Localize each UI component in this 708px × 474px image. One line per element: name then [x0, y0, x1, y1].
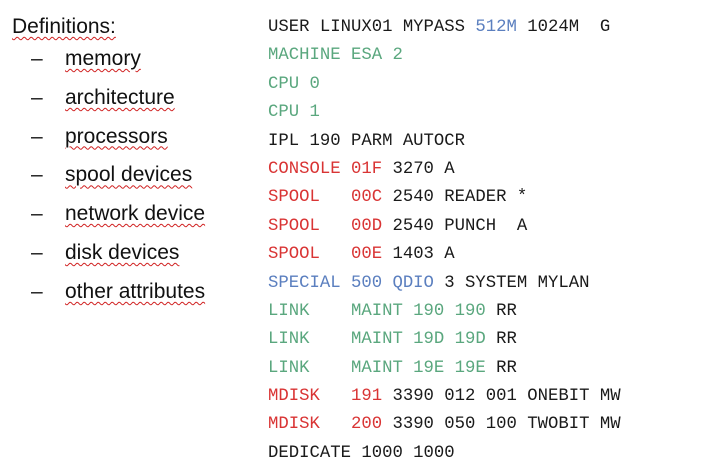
code-line: SPECIAL 500 QDIO 3 SYSTEM MYLAN	[268, 270, 621, 298]
code-token: 3390 012 001 ONEBIT MW	[382, 387, 621, 407]
code-line: CPU 1	[268, 99, 621, 127]
definition-item: – disk devices	[12, 240, 205, 279]
code-token: MDISK 191	[268, 387, 383, 407]
definition-term: processors	[65, 124, 168, 148]
definition-item: – processors	[12, 124, 205, 163]
code-token: SPECIAL 500 QDIO	[268, 273, 434, 293]
code-token: MDISK 200	[268, 415, 383, 435]
dash-bullet: –	[31, 163, 43, 187]
definitions-list: – memory – architecture – processors – spool de…	[12, 46, 205, 318]
code-line: CONSOLE 01F 3270 A	[268, 156, 621, 184]
code-token: 3390 050 100 TWOBIT MW	[382, 415, 621, 435]
code-line: SPOOL 00C 2540 READER *	[268, 184, 621, 212]
code-token: LINK MAINT 19D 19D	[268, 330, 486, 350]
definition-term: other attributes	[65, 279, 206, 303]
definition-item: – memory	[12, 46, 205, 85]
dash-bullet: –	[31, 124, 43, 148]
code-token: USER LINUX01 MYPASS	[268, 18, 476, 37]
definition-item: – network device	[12, 201, 205, 240]
code-line: SPOOL 00E 1403 A	[268, 241, 621, 269]
code-line: DEDICATE 1000 1000	[268, 440, 621, 468]
code-token: 2540 READER *	[382, 188, 528, 208]
code-token: 512M	[475, 18, 517, 37]
definition-term: memory	[65, 47, 141, 70]
dash-bullet: –	[31, 85, 43, 109]
code-token: SPOOL 00E	[268, 245, 383, 265]
definition-term: disk devices	[65, 240, 180, 264]
code-line: MACHINE ESA 2	[268, 42, 621, 70]
code-line: LINK MAINT 19E 19E RR	[268, 355, 621, 383]
dash-bullet: –	[31, 47, 43, 70]
definition-item: – spool devices	[12, 162, 205, 201]
code-line: IPL 190 PARM AUTOCR	[268, 128, 621, 156]
definition-term: spool devices	[65, 163, 193, 187]
slide: Definitions: – memory – architecture – proces…	[0, 0, 708, 474]
dash-bullet: –	[31, 240, 43, 264]
code-line: USER LINUX01 MYPASS 512M 1024M G	[268, 14, 621, 42]
code-token: MACHINE ESA 2	[268, 46, 403, 66]
definitions-heading: Definitions:	[12, 15, 116, 38]
code-token: 2540 PUNCH A	[382, 216, 528, 236]
code-line: LINK MAINT 190 190 RR	[268, 298, 621, 326]
definition-term: network device	[65, 202, 206, 226]
definition-item: – other attributes	[12, 279, 205, 318]
code-line: CPU 0	[268, 71, 621, 99]
user-directory-code-block: USER LINUX01 MYPASS 512M 1024M G MACHINE …	[268, 14, 621, 468]
code-token: SPOOL 00C	[268, 188, 383, 208]
code-token: RR	[485, 330, 517, 350]
code-token: CONSOLE 01F	[268, 159, 383, 179]
code-token: 3270 A	[382, 159, 455, 179]
code-line: LINK MAINT 19D 19D RR	[268, 326, 621, 354]
definition-item: – architecture	[12, 85, 205, 124]
code-token: RR	[485, 301, 517, 321]
code-token: CPU 1	[268, 103, 320, 123]
code-line: MDISK 200 3390 050 100 TWOBIT MW	[268, 411, 621, 439]
definitions-panel: Definitions: – memory – architecture – proces…	[12, 14, 205, 318]
code-token: RR	[485, 358, 517, 378]
dash-bullet: –	[31, 279, 43, 303]
code-token: IPL 190 PARM AUTOCR	[268, 131, 466, 151]
code-line: SPOOL 00D 2540 PUNCH A	[268, 213, 621, 241]
code-line: MDISK 191 3390 012 001 ONEBIT MW	[268, 383, 621, 411]
code-token: DEDICATE 1000 1000	[268, 443, 455, 463]
definition-term: architecture	[65, 85, 175, 109]
code-token: SPOOL 00D	[268, 216, 383, 236]
code-token: CPU 0	[268, 74, 320, 94]
code-token: 1024M G	[516, 18, 611, 37]
code-token: LINK MAINT 190 190	[268, 301, 486, 321]
code-token: LINK MAINT 19E 19E	[268, 358, 486, 378]
code-token: 1403 A	[382, 245, 455, 265]
dash-bullet: –	[31, 202, 43, 226]
code-token: 3 SYSTEM MYLAN	[433, 273, 590, 293]
